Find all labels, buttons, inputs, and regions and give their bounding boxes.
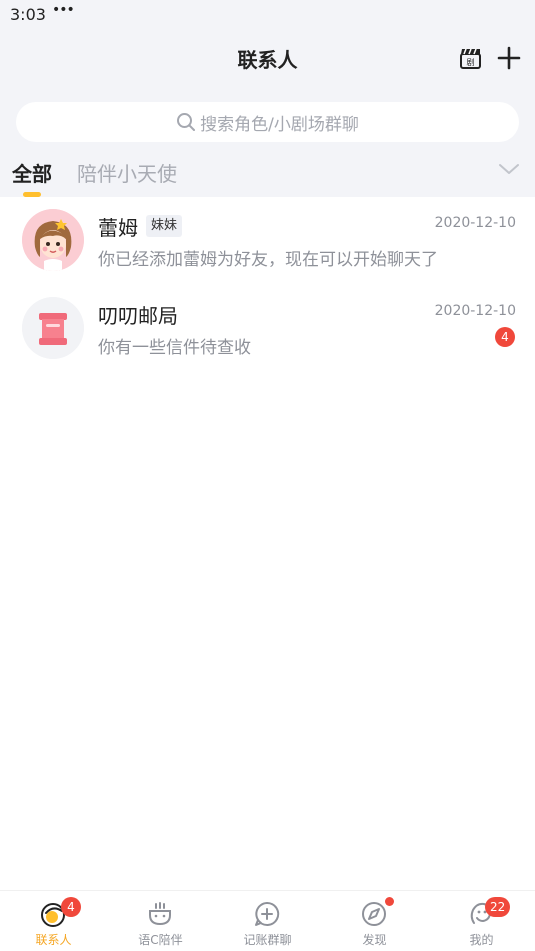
nav-label: 记账群聊 [243,933,292,947]
search-icon [177,113,196,131]
nav-label: 发现 [362,933,387,947]
page-title: 联系人 [237,48,298,72]
search-input[interactable]: 搜索角色/小剧场群聊 [16,102,519,142]
nav-group-chat[interactable]: 记账群聊 [214,891,321,951]
status-bar: 3:03 ••• [0,0,535,30]
nav-label: 联系人 [35,933,72,947]
mailbox-icon [22,297,84,359]
nav-label: 我的 [469,933,494,947]
tab-all[interactable]: 全部 [12,158,52,187]
status-more-dots: ••• [52,2,75,18]
group-chat-icon [255,901,280,926]
unread-badge: 4 [495,327,515,347]
nav-contacts[interactable]: 4 联系人 [0,891,107,951]
contact-list: 蕾姆 妹妹 2020-12-10 你已经添加蕾姆为好友，现在可以开始聊天了 叨叨… [0,197,535,890]
nav-discover[interactable]: 发现 [321,891,428,951]
theater-clapper-icon[interactable]: 剧 [459,46,483,70]
list-item-post-office[interactable]: 叨叨邮局 2020-12-10 你有一些信件待查收 [0,285,535,373]
svg-text:剧: 剧 [467,58,475,67]
search-area: 搜索角色/小剧场群聊 [0,88,535,152]
avatar-post-office [22,297,84,359]
girl-avatar-icon [22,209,84,271]
contact-date: 2020-12-10 [434,303,516,319]
contact-last-message: 你有一些信件待查收 [98,338,251,358]
nav-profile[interactable]: 22 我的 [428,891,535,951]
nav-badge: 22 [485,897,511,917]
nav-companion[interactable]: 语C陪伴 [107,891,214,951]
chevron-down-icon[interactable] [498,162,520,176]
contact-tabs: 全部 陪伴小天使 [0,152,535,197]
nav-notification-dot [385,897,394,906]
nav-badge: 4 [61,897,81,917]
contact-name: 叨叨邮局 [98,304,178,328]
bottom-nav: 4 联系人 语C陪伴 记账群聊 发现 22 我的 [0,890,535,951]
add-icon[interactable] [496,45,522,71]
contact-name: 蕾姆 [98,216,138,240]
list-item-rem[interactable]: 蕾姆 妹妹 2020-12-10 你已经添加蕾姆为好友，现在可以开始聊天了 [0,197,535,285]
contact-last-message: 你已经添加蕾姆为好友，现在可以开始聊天了 [98,250,438,270]
search-placeholder: 搜索角色/小剧场群聊 [200,114,359,135]
status-time: 3:03 [10,5,46,24]
nav-label: 语C陪伴 [138,933,183,947]
companion-icon [149,902,171,926]
header: 联系人 剧 [0,30,535,88]
avatar-rem [22,209,84,271]
contact-date: 2020-12-10 [434,215,516,231]
tab-companion-angel[interactable]: 陪伴小天使 [77,158,177,187]
relationship-tag: 妹妹 [146,215,183,237]
